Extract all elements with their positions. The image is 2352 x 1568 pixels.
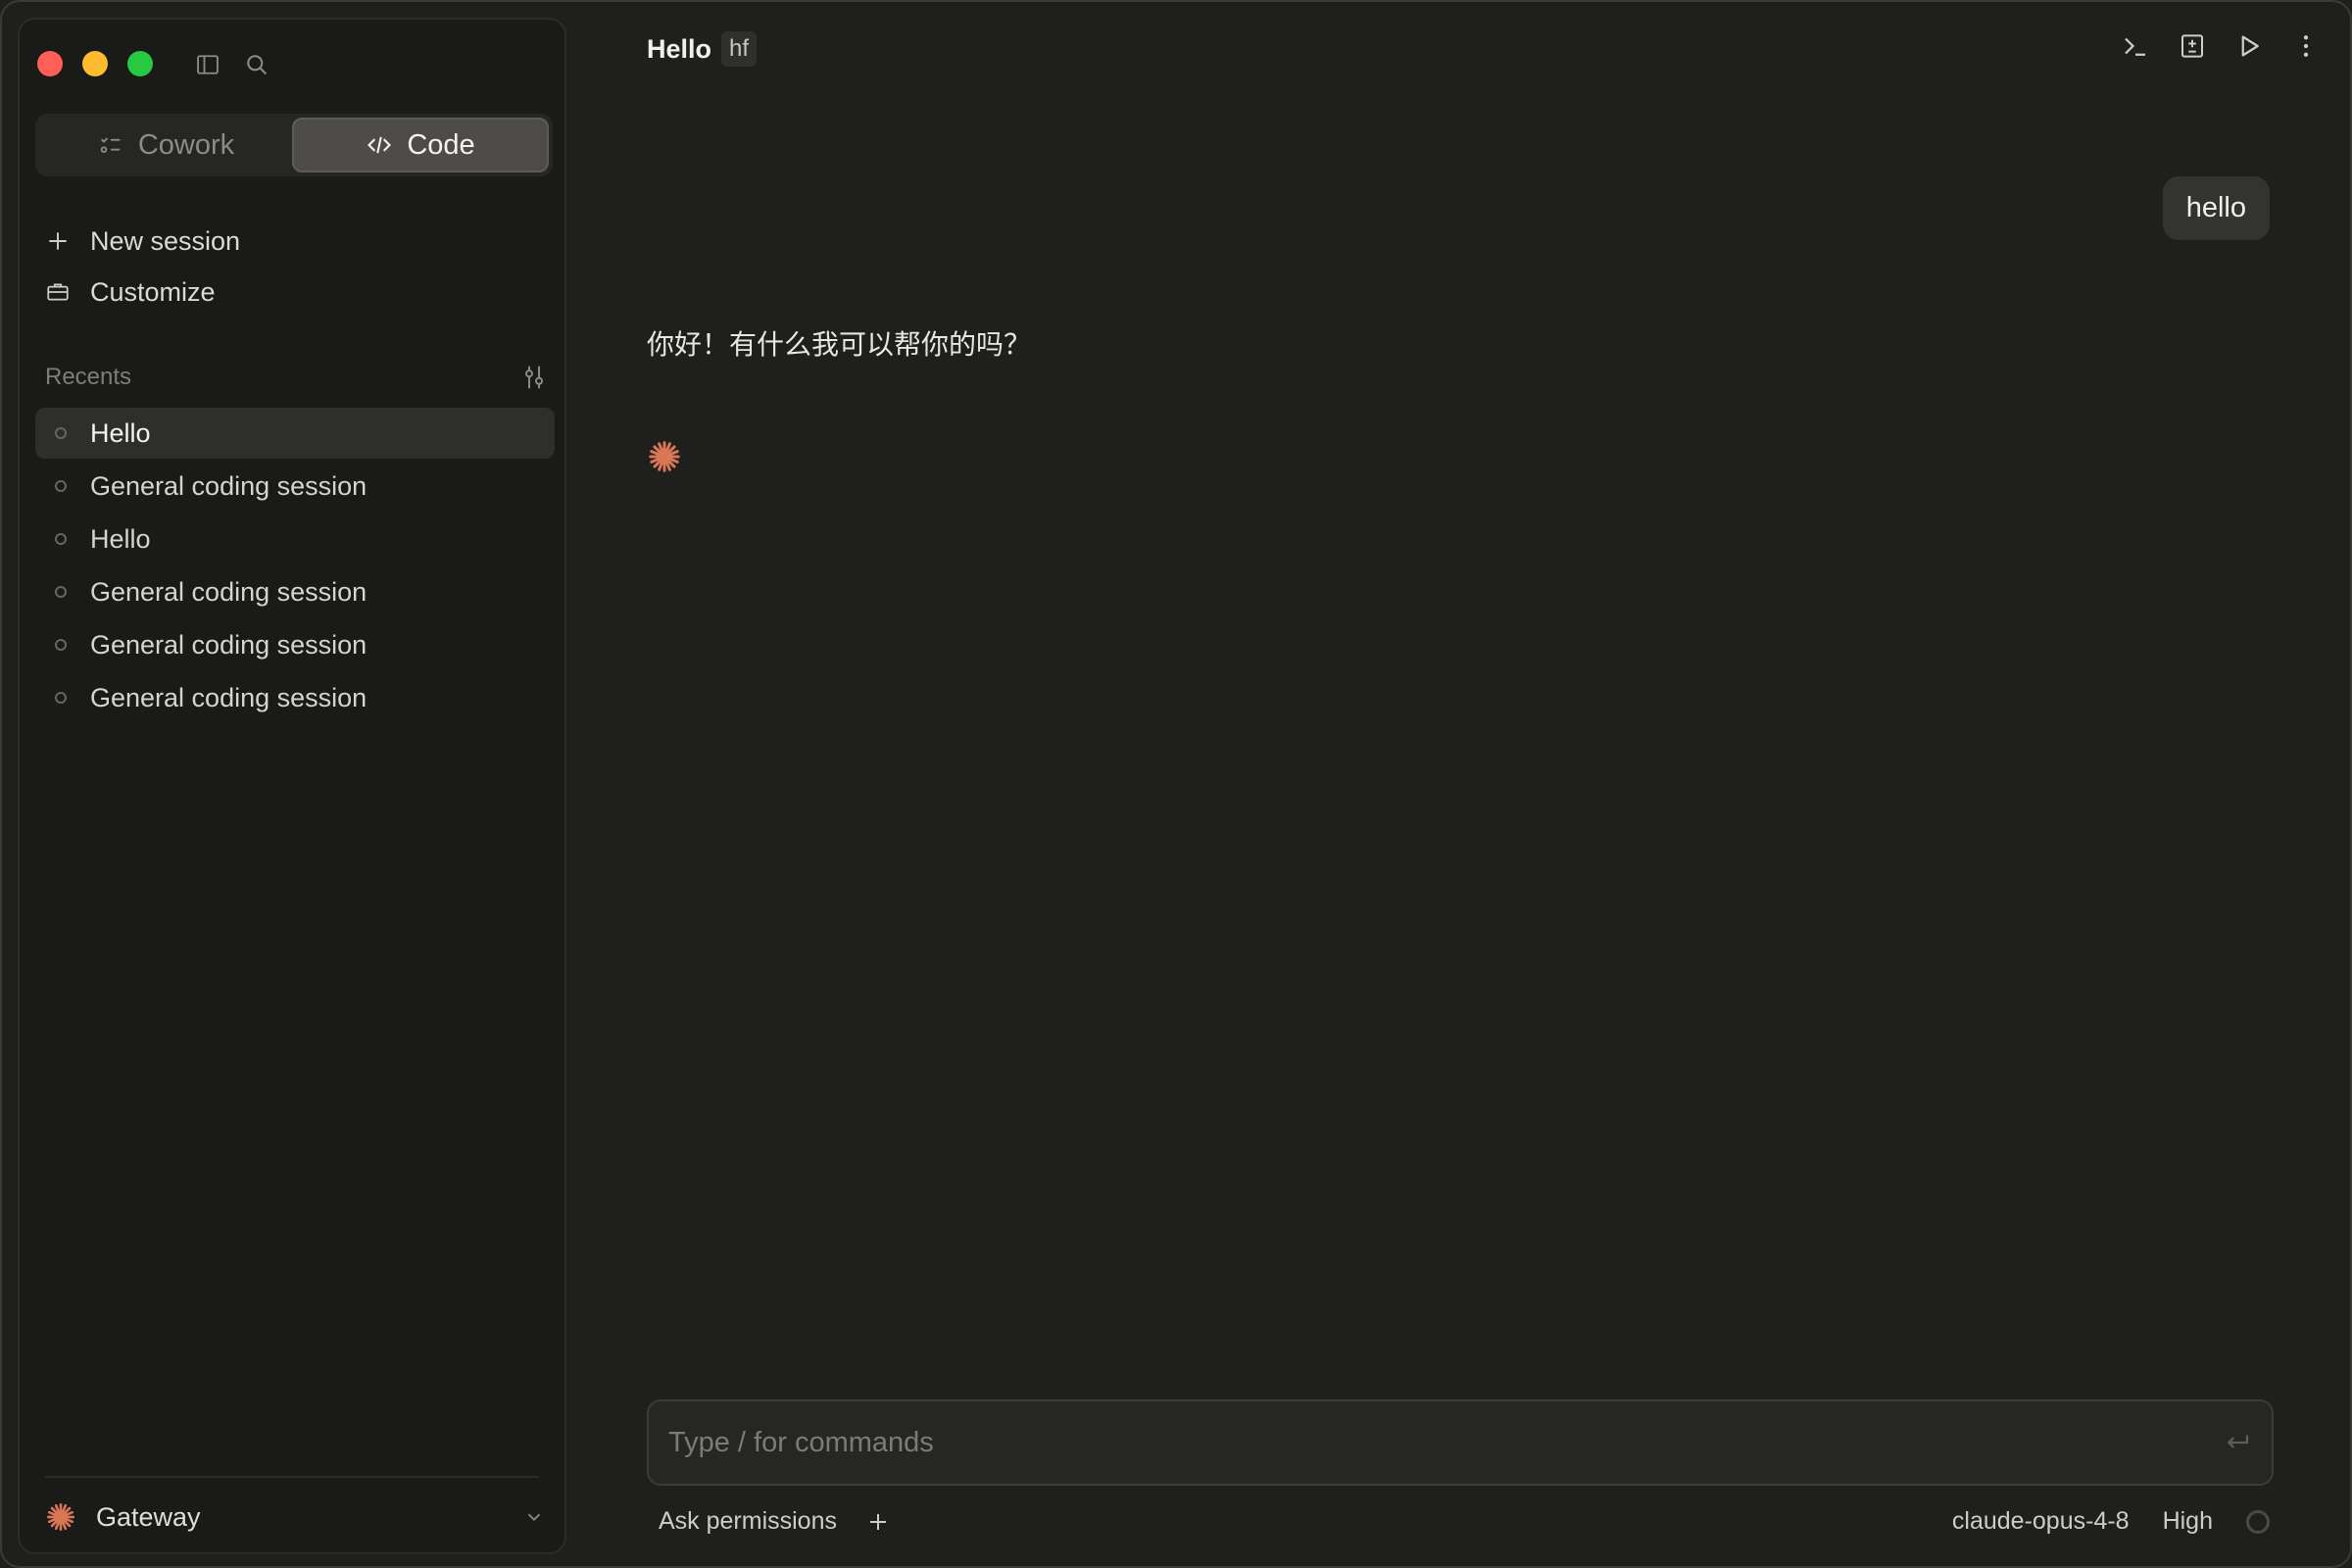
composer-footer-left: Ask permissions <box>659 1507 890 1536</box>
session-status-icon <box>55 480 67 492</box>
session-title: Hello <box>90 417 151 448</box>
session-header: Hello hf <box>647 31 758 67</box>
sidebar-divider <box>45 1476 539 1478</box>
session-status-icon <box>55 639 67 651</box>
session-title: Hello <box>90 523 151 554</box>
recents-list: Hello General coding session Hello Gener… <box>35 408 555 725</box>
search-icon[interactable] <box>243 51 270 78</box>
list-item[interactable]: Hello <box>35 514 555 564</box>
diff-icon[interactable] <box>2178 31 2207 61</box>
close-window-button[interactable] <box>37 51 63 76</box>
code-icon <box>368 136 392 154</box>
sidebar-icon[interactable] <box>194 51 221 78</box>
model-selector[interactable]: claude-opus-4-8 <box>1952 1507 2130 1536</box>
checklist-icon <box>100 137 121 153</box>
header-actions <box>2121 31 2321 61</box>
plus-icon <box>49 232 67 250</box>
mode-switch: Cowork Code <box>35 114 553 176</box>
app-window: Cowork Code New session Customize Recent… <box>0 0 2352 1568</box>
composer <box>647 1399 2274 1486</box>
minimize-window-button[interactable] <box>82 51 108 76</box>
sidebar: Cowork Code New session Customize Recent… <box>18 18 566 1554</box>
user-message: hello <box>2162 176 2270 240</box>
tab-code-label: Code <box>407 128 475 161</box>
session-title: General coding session <box>90 682 368 712</box>
spark-icon <box>47 1503 74 1531</box>
session-title: General coding session <box>90 629 368 660</box>
new-session-label: New session <box>90 225 241 256</box>
list-item[interactable]: General coding session <box>35 619 555 670</box>
recents-header: Recents <box>45 363 555 392</box>
session-status-icon <box>55 427 67 439</box>
chevron-down-icon <box>527 1513 541 1522</box>
effort-selector[interactable]: High <box>2163 1507 2213 1536</box>
session-status-icon <box>55 586 67 598</box>
customize-label: Customize <box>90 276 216 307</box>
session-title: General coding session <box>90 470 368 501</box>
zoom-window-button[interactable] <box>127 51 153 76</box>
tab-code[interactable]: Code <box>292 118 549 172</box>
briefcase-icon <box>47 283 69 301</box>
permissions-button[interactable]: Ask permissions <box>659 1507 837 1536</box>
gateway-label: Gateway <box>96 1501 201 1532</box>
list-item[interactable]: General coding session <box>35 566 555 617</box>
branch-badge: hf <box>721 31 758 67</box>
more-vertical-icon[interactable] <box>2291 31 2321 61</box>
sidebar-toolbar <box>194 51 270 78</box>
list-item[interactable]: General coding session <box>35 461 555 512</box>
customize-button[interactable]: Customize <box>45 272 216 312</box>
new-session-button[interactable]: New session <box>45 221 240 261</box>
enter-icon[interactable] <box>2223 1428 2252 1457</box>
filter-icon[interactable] <box>519 363 549 392</box>
plus-icon[interactable] <box>866 1510 890 1534</box>
tab-cowork[interactable]: Cowork <box>39 118 292 172</box>
context-usage-icon <box>2246 1509 2270 1534</box>
composer-footer-right: claude-opus-4-8 High <box>1952 1507 2270 1536</box>
assistant-message: 你好！有什么我可以帮你的吗？ <box>647 329 1032 360</box>
session-status-icon <box>55 692 67 704</box>
recents-title: Recents <box>45 364 132 390</box>
list-item[interactable]: General coding session <box>35 672 555 723</box>
spark-icon <box>649 441 680 472</box>
gateway-selector[interactable]: Gateway <box>45 1494 545 1541</box>
page-title: Hello <box>647 33 712 64</box>
play-icon[interactable] <box>2234 31 2264 61</box>
terminal-icon[interactable] <box>2121 31 2150 61</box>
session-status-icon <box>55 533 67 545</box>
window-controls <box>37 51 153 76</box>
list-item[interactable]: Hello <box>35 408 555 459</box>
session-title: General coding session <box>90 576 368 607</box>
command-input[interactable] <box>668 1426 2223 1459</box>
tab-cowork-label: Cowork <box>137 128 235 161</box>
